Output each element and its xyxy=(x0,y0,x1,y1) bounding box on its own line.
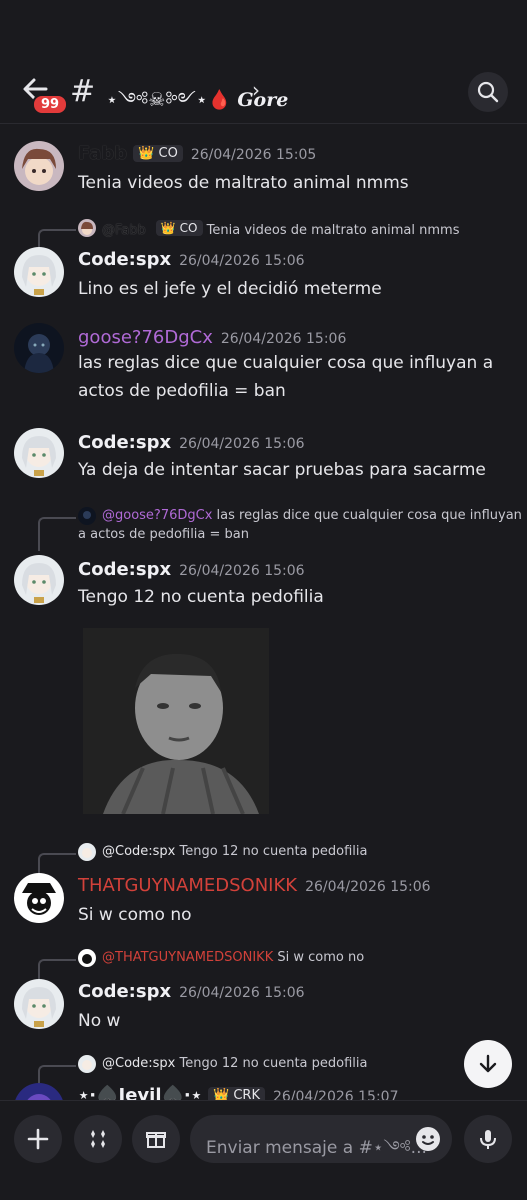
message-author[interactable]: ⋆·♠️Jevil♠️·⋆ 👑 CRK 26/04/2026 15:07 xyxy=(78,1085,398,1100)
reply-author: @THATGUYNAMEDSONIKK xyxy=(102,950,274,965)
message-author[interactable]: THATGUYNAMEDSONIKK 26/04/2026 15:06 xyxy=(78,875,431,896)
microphone-icon xyxy=(480,1130,496,1149)
arrow-down-icon xyxy=(479,1054,497,1073)
chevron-right-icon[interactable]: › xyxy=(252,78,260,102)
role-badge: 👑 CO xyxy=(133,145,183,162)
channel-title[interactable]: ⋆༺☠︎༻⋆🩸 Gore xyxy=(106,78,288,132)
avatar[interactable] xyxy=(14,979,64,1029)
message-text: las reglas dice que cualquier cosa que i… xyxy=(78,353,494,401)
message-author[interactable]: Code:spx 26/04/2026 15:06 xyxy=(78,981,305,1002)
message-timestamp: 26/04/2026 15:06 xyxy=(179,985,305,1001)
reply-author: @goose?76DgCx xyxy=(102,508,213,523)
emoji-icon[interactable] xyxy=(414,1125,442,1153)
plus-icon xyxy=(27,1128,49,1150)
reply-avatar xyxy=(78,949,96,967)
attach-button[interactable] xyxy=(14,1115,62,1163)
gift-button[interactable] xyxy=(132,1115,180,1163)
reply-author: @Fabb xyxy=(102,223,146,238)
message-author[interactable]: goose?76DgCx 26/04/2026 15:06 xyxy=(78,327,346,348)
reply-author: @Code:spx xyxy=(102,844,176,859)
apps-sparkle-icon xyxy=(91,1130,105,1148)
reply-avatar xyxy=(78,219,96,237)
message-text: Tenia videos de maltrato animal nmms xyxy=(78,173,409,193)
reply-avatar xyxy=(78,507,96,525)
avatar[interactable] xyxy=(14,555,64,605)
reply-preview[interactable]: @goose?76DgCx las reglas dice que cualqu… xyxy=(38,507,522,551)
reply-text: Tengo 12 no cuenta pedofilia xyxy=(179,1056,368,1071)
message-author[interactable]: Code:spx 26/04/2026 15:06 xyxy=(78,249,305,270)
message-timestamp: 26/04/2026 15:06 xyxy=(305,879,431,895)
jump-to-present-button[interactable] xyxy=(464,1040,512,1088)
reply-text: Tenia videos de maltrato animal nmms xyxy=(206,223,460,238)
message-text: Ya deja de intentar sacar pruebas para s… xyxy=(78,460,486,480)
message-timestamp: 26/04/2026 15:05 xyxy=(190,147,317,163)
message-timestamp: 26/04/2026 15:06 xyxy=(179,436,305,452)
message-author[interactable]: Code:spx 26/04/2026 15:06 xyxy=(78,432,305,453)
role-badge: 👑 CO xyxy=(155,220,203,236)
message-input-placeholder: Enviar mensaje a #⋆༺... xyxy=(206,1138,427,1158)
reply-connector xyxy=(38,853,76,875)
search-button[interactable] xyxy=(468,72,508,112)
message-input[interactable]: Enviar mensaje a #⋆༺... xyxy=(190,1115,452,1163)
reply-author: @Code:spx xyxy=(102,1056,176,1071)
message-text: Tengo 12 no cuenta pedofilia xyxy=(78,587,324,607)
message-list[interactable]: Fabb 👑 CO 26/04/2026 15:05 Tenia videos de… xyxy=(0,125,527,1100)
message-author[interactable]: Fabb 👑 CO 26/04/2026 15:05 xyxy=(78,143,316,164)
message-timestamp: 26/04/2026 15:07 xyxy=(272,1089,399,1100)
avatar[interactable] xyxy=(14,247,64,297)
avatar[interactable] xyxy=(14,873,64,923)
gift-icon xyxy=(146,1132,166,1148)
avatar[interactable] xyxy=(14,323,64,373)
message-timestamp: 26/04/2026 15:06 xyxy=(220,331,347,347)
reply-text: Si w como no xyxy=(277,950,365,965)
channel-title-decoration: ⋆༺☠︎༻⋆🩸 xyxy=(106,89,232,111)
avatar[interactable] xyxy=(14,141,64,191)
message-text: No w xyxy=(78,1011,121,1031)
reply-connector xyxy=(38,959,76,981)
reply-avatar xyxy=(78,843,96,861)
message-text: Lino es el jefe y el decidió meterme xyxy=(78,279,382,299)
search-icon xyxy=(477,81,499,103)
message-composer: Enviar mensaje a #⋆༺... xyxy=(0,1100,527,1200)
reply-text: Tengo 12 no cuenta pedofilia xyxy=(179,844,368,859)
message-text: Si w como no xyxy=(78,905,192,925)
channel-header: 99 # ⋆༺☠︎༻⋆🩸 Gore › xyxy=(0,60,527,124)
message-author[interactable]: Code:spx 26/04/2026 15:06 xyxy=(78,559,305,580)
notification-badge: 99 xyxy=(32,94,69,115)
message-image-attachment[interactable] xyxy=(83,628,269,814)
avatar[interactable] xyxy=(14,428,64,478)
message-timestamp: 26/04/2026 15:06 xyxy=(179,563,305,579)
message-timestamp: 26/04/2026 15:06 xyxy=(179,253,305,269)
channel-hash-icon: # xyxy=(70,74,96,109)
reply-avatar xyxy=(78,1055,96,1073)
reply-text-continued: a actos de pedofilia = ban xyxy=(78,527,249,542)
reply-text: las reglas dice que cualquier cosa que i… xyxy=(216,508,522,523)
voice-message-button[interactable] xyxy=(464,1115,512,1163)
apps-button[interactable] xyxy=(74,1115,122,1163)
role-badge: 👑 CRK xyxy=(208,1087,265,1100)
reply-connector xyxy=(38,517,76,551)
channel-title-name: Gore xyxy=(237,89,289,111)
